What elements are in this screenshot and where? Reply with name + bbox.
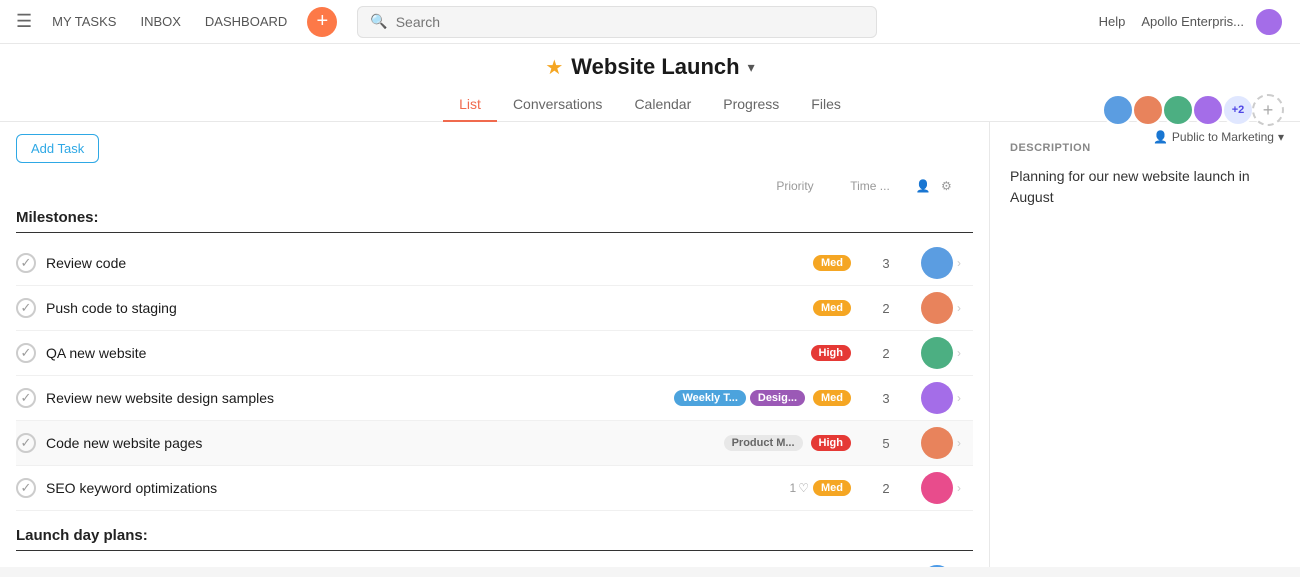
task-row[interactable]: ✓ Code new website pages Product M... Hi… [16, 421, 973, 466]
team-avatar-2[interactable] [1132, 94, 1164, 126]
nav-right: Help Apollo Enterpris... [1099, 7, 1284, 37]
task-check-review-code[interactable]: ✓ [16, 253, 36, 273]
add-task-button[interactable]: Add Task [16, 134, 99, 163]
task-avatar-code-pages[interactable] [921, 427, 953, 459]
right-panel: DESCRIPTION Planning for our new website… [990, 122, 1300, 567]
task-row[interactable]: ✓ QA new website High 2 › [16, 331, 973, 376]
task-check-push-code[interactable]: ✓ [16, 298, 36, 318]
task-time-review-design: 3 [851, 391, 921, 406]
col-header-time: Time ... [835, 179, 905, 193]
task-name-push-code: Push code to staging [46, 300, 805, 316]
task-avatar-review-code[interactable] [921, 247, 953, 279]
task-name-code-pages: Code new website pages [46, 435, 724, 451]
priority-badge-push-code: Med [813, 300, 851, 316]
main-area: Add Task Priority Time ... 👤 ⚙ Milestone… [0, 122, 1300, 567]
task-row[interactable]: ✓ SEO keyword optimizations 1♡ Med 2 › [16, 466, 973, 511]
col-header-assign: 👤 [905, 179, 941, 193]
person-icon: 👤 [1153, 130, 1168, 144]
task-row[interactable]: ✓ Push code to staging Med 2 › [16, 286, 973, 331]
expand-icon[interactable]: › [957, 346, 973, 360]
project-chevron-icon[interactable]: ▾ [748, 59, 755, 76]
tag-weekly[interactable]: Weekly T... [674, 390, 745, 406]
public-label[interactable]: 👤 Public to Marketing ▾ [1153, 130, 1284, 144]
project-tabs: List Conversations Calendar Progress Fil… [443, 88, 857, 121]
task-name-qa: QA new website [46, 345, 803, 361]
task-time-seo: 2 [851, 481, 921, 496]
task-row[interactable]: ✓ Social campaign/contest Jun 23 Med 1 › [16, 559, 973, 567]
priority-badge-seo: Med [813, 480, 851, 496]
expand-icon[interactable]: › [957, 481, 973, 495]
tab-progress[interactable]: Progress [707, 88, 795, 122]
col-header-settings[interactable]: ⚙ [941, 179, 973, 193]
nav-dashboard[interactable]: DASHBOARD [205, 14, 287, 29]
task-check-qa[interactable]: ✓ [16, 343, 36, 363]
current-user-avatar[interactable] [1254, 7, 1284, 37]
section-launch-header: Launch day plans: [16, 519, 973, 550]
task-time-code-pages: 5 [851, 436, 921, 451]
nav-inbox[interactable]: INBOX [140, 14, 180, 29]
like-count-seo: 1♡ [790, 481, 809, 495]
help-button[interactable]: Help [1099, 14, 1126, 29]
project-title: Website Launch [571, 54, 739, 80]
nav-links: MY TASKS INBOX DASHBOARD [52, 14, 287, 29]
tag-product[interactable]: Product M... [724, 435, 803, 451]
col-header-priority: Priority [755, 179, 835, 193]
column-headers: Priority Time ... 👤 ⚙ [16, 175, 973, 197]
task-check-code-pages[interactable]: ✓ [16, 433, 36, 453]
section-milestones-header: Milestones: [16, 201, 973, 232]
task-avatar-push-code[interactable] [921, 292, 953, 324]
task-tags-review-design: Weekly T... Desig... [674, 390, 805, 406]
expand-icon[interactable]: › [957, 301, 973, 315]
task-time-push-code: 2 [851, 301, 921, 316]
task-avatar-social[interactable] [921, 565, 953, 567]
top-nav: ☰ MY TASKS INBOX DASHBOARD + 🔍 Help Apol… [0, 0, 1300, 44]
task-name-seo: SEO keyword optimizations [46, 480, 782, 496]
expand-icon[interactable]: › [957, 391, 973, 405]
star-icon: ★ [545, 55, 563, 80]
tab-calendar[interactable]: Calendar [618, 88, 707, 122]
section-launch: Launch day plans: ✓ Social campaign/cont… [16, 519, 973, 567]
priority-badge-code-pages: High [811, 435, 851, 451]
team-extra-count[interactable]: +2 [1222, 94, 1254, 126]
task-avatar-qa[interactable] [921, 337, 953, 369]
task-check-seo[interactable]: ✓ [16, 478, 36, 498]
tab-conversations[interactable]: Conversations [497, 88, 619, 122]
task-time-review-code: 3 [851, 256, 921, 271]
team-avatar-3[interactable] [1162, 94, 1194, 126]
team-add-member-button[interactable]: + [1252, 94, 1284, 126]
add-project-button[interactable]: + [307, 7, 337, 37]
search-bar: 🔍 [357, 6, 877, 38]
task-row[interactable]: ✓ Review new website design samples Week… [16, 376, 973, 421]
task-list-area: Add Task Priority Time ... 👤 ⚙ Milestone… [0, 122, 990, 567]
tab-files[interactable]: Files [795, 88, 857, 122]
search-icon: 🔍 [370, 13, 387, 30]
tab-list[interactable]: List [443, 88, 497, 122]
team-avatars: +2 + [1102, 94, 1284, 126]
task-name-review-design: Review new website design samples [46, 390, 674, 406]
task-name-review-code: Review code [46, 255, 805, 271]
team-avatar-1[interactable] [1102, 94, 1134, 126]
public-chevron-icon: ▾ [1278, 130, 1284, 144]
tag-design[interactable]: Desig... [750, 390, 805, 406]
task-check-review-design[interactable]: ✓ [16, 388, 36, 408]
search-input[interactable] [396, 14, 865, 30]
menu-icon[interactable]: ☰ [16, 11, 32, 32]
section-milestones: Milestones: ✓ Review code Med 3 › ✓ Push… [16, 201, 973, 511]
task-tags-code-pages: Product M... [724, 435, 803, 451]
project-title-row: ★ Website Launch ▾ [545, 54, 754, 80]
description-text: Planning for our new website launch in A… [1010, 166, 1280, 208]
user-info[interactable]: Apollo Enterpris... [1141, 14, 1244, 29]
task-row[interactable]: ✓ Review code Med 3 › [16, 241, 973, 286]
priority-badge-review-design: Med [813, 390, 851, 406]
priority-badge-qa: High [811, 345, 851, 361]
task-time-qa: 2 [851, 346, 921, 361]
nav-my-tasks[interactable]: MY TASKS [52, 14, 116, 29]
expand-icon[interactable]: › [957, 436, 973, 450]
priority-badge-review-code: Med [813, 255, 851, 271]
expand-icon[interactable]: › [957, 256, 973, 270]
task-avatar-review-design[interactable] [921, 382, 953, 414]
task-avatar-seo[interactable] [921, 472, 953, 504]
team-avatar-4[interactable] [1192, 94, 1224, 126]
public-label-text: Public to Marketing [1172, 130, 1274, 144]
